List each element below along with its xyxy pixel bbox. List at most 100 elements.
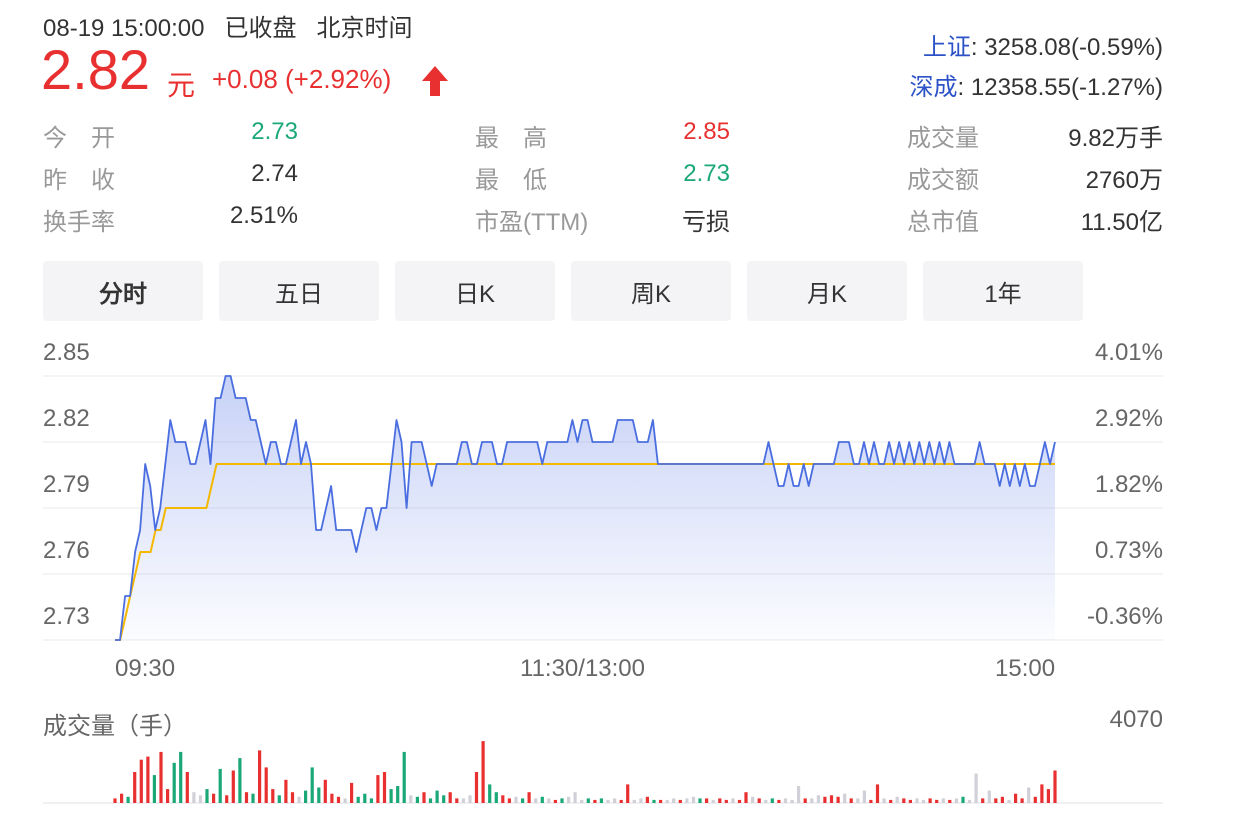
volume-bar — [1053, 770, 1057, 803]
volume-bar — [271, 789, 275, 803]
volume-bar — [783, 798, 788, 803]
volume-bar — [606, 799, 610, 803]
volume-bar — [409, 795, 413, 803]
volume-bar — [613, 798, 617, 803]
volume-bar — [231, 770, 235, 803]
volume-bar — [198, 795, 203, 803]
volume-bar — [396, 786, 400, 803]
volume-bar — [1020, 798, 1024, 803]
volume-bar — [724, 799, 728, 803]
volume-bar — [875, 784, 880, 803]
volume-bar — [698, 798, 702, 803]
volume-bar — [948, 799, 952, 803]
volume-bar — [159, 751, 163, 803]
volume-bar — [994, 798, 998, 803]
volume-bar — [1046, 789, 1050, 803]
volume-bar — [455, 798, 459, 803]
volume-bar — [258, 750, 262, 803]
volume-bar — [652, 799, 656, 803]
volume-bar — [777, 799, 781, 803]
volume-bar — [356, 796, 360, 803]
volume-bar — [757, 798, 761, 803]
volume-bar — [1007, 799, 1011, 803]
volume-bar — [626, 784, 630, 803]
volume-bar — [1000, 796, 1004, 803]
volume-bar — [185, 772, 189, 803]
volume-bar — [474, 772, 479, 803]
volume-bar — [534, 798, 538, 803]
volume-bar — [192, 792, 196, 803]
volume-bar — [521, 798, 525, 803]
volume-bar — [770, 798, 774, 803]
volume-bar — [330, 793, 334, 803]
volume-bar — [639, 798, 643, 803]
volume-bar — [336, 796, 341, 803]
volume-bar — [1014, 793, 1018, 803]
volume-bar — [350, 782, 354, 803]
volume-bar — [323, 779, 327, 803]
volume-bar — [823, 796, 827, 803]
volume-bar — [172, 762, 176, 803]
volume-bar — [981, 798, 985, 803]
volume-bar — [672, 798, 676, 803]
volume-bar — [461, 798, 465, 803]
volume-bar — [580, 799, 584, 803]
volume-bar — [225, 795, 229, 803]
volume-bar — [586, 798, 590, 803]
volume-bar — [126, 796, 130, 803]
volume-bar — [244, 792, 249, 803]
volume-bar — [935, 799, 939, 803]
volume-bar — [514, 796, 518, 803]
volume-bar — [382, 772, 387, 803]
volume-bar — [889, 799, 893, 803]
volume-bar — [928, 798, 932, 803]
volume-bar — [790, 799, 794, 803]
volume-bar — [599, 798, 603, 803]
volume-bar — [212, 793, 216, 803]
volume-bar — [567, 796, 571, 803]
volume-bar — [810, 798, 814, 803]
volume-bar — [481, 741, 485, 803]
volume-bar — [941, 798, 945, 803]
volume-bar — [974, 773, 978, 803]
volume-bar — [540, 796, 544, 803]
volume-bar — [376, 775, 380, 803]
volume-bar — [685, 798, 689, 803]
volume-bar — [829, 795, 834, 803]
volume-bar — [152, 775, 156, 803]
volume-bar — [120, 793, 124, 803]
volume-bar — [908, 799, 912, 803]
volume-bar — [402, 751, 406, 803]
volume-bar — [1027, 787, 1031, 803]
volume-bar — [645, 796, 649, 803]
volume-bar — [133, 772, 137, 803]
volume-bar — [1033, 796, 1037, 803]
volume-bar — [139, 759, 143, 803]
volume-bar — [856, 798, 860, 803]
volume-bar — [987, 790, 991, 803]
volume-bar — [961, 796, 965, 803]
volume-bar — [632, 799, 636, 803]
volume-bar — [113, 798, 117, 803]
volume-bar — [619, 799, 623, 803]
volume-bar — [744, 792, 748, 803]
volume-bar — [297, 796, 301, 803]
volume-bar — [428, 798, 433, 803]
volume-bar — [363, 793, 367, 803]
volume-bar — [737, 799, 742, 803]
price-area — [115, 376, 1055, 640]
volume-bar — [290, 792, 295, 803]
volume-bar — [718, 798, 722, 803]
volume-bar — [218, 768, 222, 803]
volume-bar — [869, 799, 873, 803]
volume-bar — [967, 799, 972, 803]
volume-bar — [166, 789, 170, 803]
volume-bar — [488, 784, 492, 803]
volume-bar — [849, 798, 853, 803]
intraday-chart[interactable] — [0, 0, 1258, 827]
volume-bar — [862, 790, 866, 803]
volume-bar — [507, 798, 511, 803]
volume-bar — [560, 798, 564, 803]
volume-max-label: 4070 — [1109, 706, 1163, 733]
volume-bar — [678, 799, 682, 803]
